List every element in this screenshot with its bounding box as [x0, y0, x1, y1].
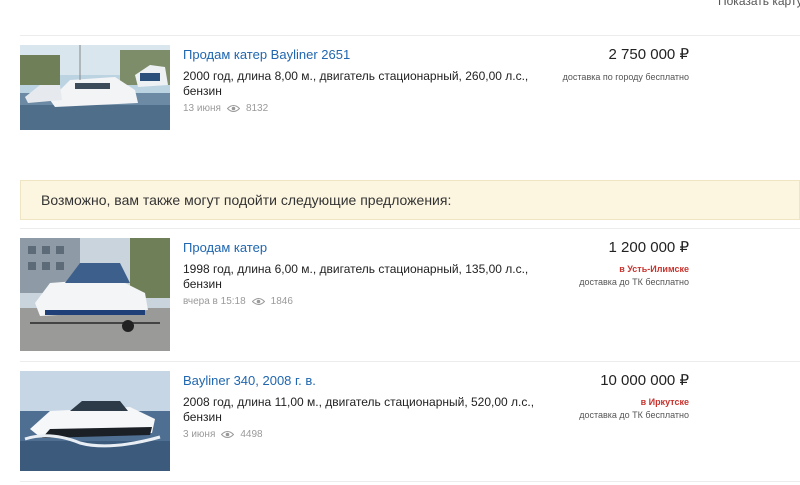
listing-meta: 13 июня 8132 — [183, 103, 268, 114]
listing-photo[interactable] — [20, 45, 170, 130]
suggestions-banner: Возможно, вам также могут подойти следую… — [20, 180, 800, 220]
listing-description: 2000 год, длина 8,00 м., двигатель стаци… — [183, 69, 529, 98]
divider — [20, 361, 800, 362]
listing-description: 1998 год, длина 6,00 м., двигатель стаци… — [183, 262, 529, 291]
listing-views: 4498 — [240, 429, 263, 440]
listing-description: 2008 год, длина 11,00 м., двигатель стац… — [183, 395, 535, 424]
suggestions-banner-text: Возможно, вам также могут подойти следую… — [41, 192, 452, 208]
listing-price: 1 200 000 ₽ — [608, 239, 689, 256]
listing-city: в Иркутске — [640, 397, 689, 407]
listing-price: 10 000 000 ₽ — [600, 372, 689, 389]
show-map-link[interactable]: Показать карту — [718, 0, 800, 8]
listing-city: в Усть-Илимске — [619, 264, 689, 274]
listing-date: 13 июня — [183, 103, 221, 114]
listing-title-link[interactable]: Bayliner 340, 2008 г. в. — [183, 373, 316, 388]
listing-title-link[interactable]: Продам катер — [183, 240, 267, 255]
listing-meta: вчера в 15:18 1846 — [183, 296, 293, 307]
marina-yacht-photo — [20, 45, 170, 130]
listing-delivery: доставка по городу бесплатно — [562, 72, 689, 82]
listing-views: 8132 — [245, 103, 269, 114]
listing-photo[interactable] — [20, 238, 170, 351]
listing-date: вчера в 15:18 — [183, 296, 246, 307]
listing-title-link[interactable]: Продам катер Bayliner 2651 — [183, 47, 350, 62]
listing-price: 2 750 000 ₽ — [608, 46, 689, 63]
eye-icon — [221, 430, 235, 439]
listing-meta: 3 июня 4498 — [183, 429, 263, 440]
listing-views: 1846 — [270, 296, 293, 307]
divider — [20, 481, 800, 482]
eye-icon — [226, 104, 240, 113]
listing-delivery: доставка до ТК бесплатно — [579, 410, 689, 420]
speedboat-on-water-photo — [20, 371, 170, 471]
eye-icon — [251, 297, 265, 306]
boat-on-trailer-photo — [20, 238, 170, 351]
top-divider — [20, 35, 800, 36]
divider — [20, 228, 800, 229]
listing-date: 3 июня — [183, 429, 216, 440]
listing-photo[interactable] — [20, 371, 170, 471]
listing-delivery: доставка до ТК бесплатно — [579, 277, 689, 287]
